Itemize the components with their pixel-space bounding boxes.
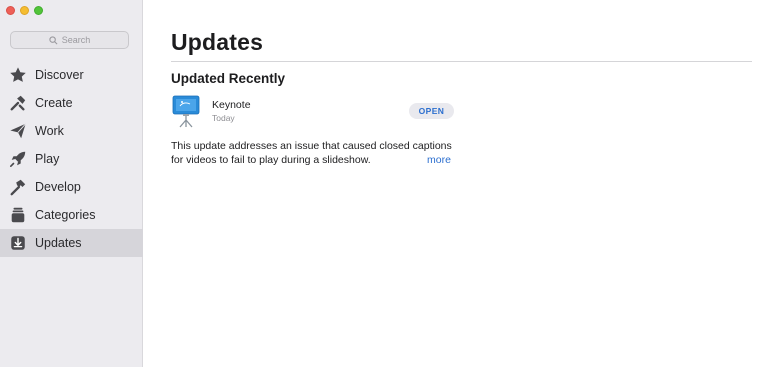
open-button[interactable]: OPEN xyxy=(409,103,454,119)
main-content: Updates Updated Recently Keynote Today O… xyxy=(143,0,777,367)
sidebar-item-label: Categories xyxy=(35,208,96,222)
search-placeholder: Search xyxy=(61,35,91,45)
sidebar-item-develop[interactable]: Develop xyxy=(0,173,143,201)
release-notes: This update addresses an issue that caus… xyxy=(171,139,461,167)
star-icon xyxy=(9,66,27,84)
search-input[interactable]: Search xyxy=(10,31,129,49)
sidebar-item-label: Create xyxy=(35,96,73,110)
divider xyxy=(171,61,752,62)
app-name[interactable]: Keynote xyxy=(212,99,251,111)
sidebar-item-label: Develop xyxy=(35,180,81,194)
sidebar-item-label: Play xyxy=(35,152,60,166)
hammer-brush-icon xyxy=(9,94,27,112)
download-tray-icon xyxy=(9,234,27,252)
keynote-app-icon[interactable] xyxy=(172,95,200,128)
section-title: Updated Recently xyxy=(171,71,286,86)
sidebar-item-work[interactable]: Work xyxy=(0,117,143,145)
sidebar-item-play[interactable]: Play xyxy=(0,145,143,173)
window-controls xyxy=(6,6,43,15)
sidebar-item-categories[interactable]: Categories xyxy=(0,201,143,229)
sidebar-item-label: Work xyxy=(35,124,64,138)
update-date: Today xyxy=(212,113,235,123)
sidebar-item-discover[interactable]: Discover xyxy=(0,61,143,89)
release-notes-line: for videos to fail to play during a slid… xyxy=(171,154,371,166)
release-notes-line: This update addresses an issue that caus… xyxy=(171,140,452,152)
paper-plane-icon xyxy=(9,122,27,140)
zoom-window-button[interactable] xyxy=(34,6,43,15)
minimize-window-button[interactable] xyxy=(20,6,29,15)
close-window-button[interactable] xyxy=(6,6,15,15)
sidebar-item-label: Updates xyxy=(35,236,82,250)
search-icon xyxy=(49,35,58,44)
page-title: Updates xyxy=(171,29,264,55)
sidebar-item-create[interactable]: Create xyxy=(0,89,143,117)
sidebar-item-updates[interactable]: Updates xyxy=(0,229,143,257)
sidebar-nav: Discover Create Work Play Develop Catego… xyxy=(0,61,143,257)
rocket-icon xyxy=(9,150,27,168)
hammer-icon xyxy=(9,178,27,196)
stack-icon xyxy=(9,206,27,224)
sidebar: Search Discover Create Work Play Develop… xyxy=(0,0,143,367)
more-link[interactable]: more xyxy=(427,154,451,166)
sidebar-item-label: Discover xyxy=(35,68,84,82)
